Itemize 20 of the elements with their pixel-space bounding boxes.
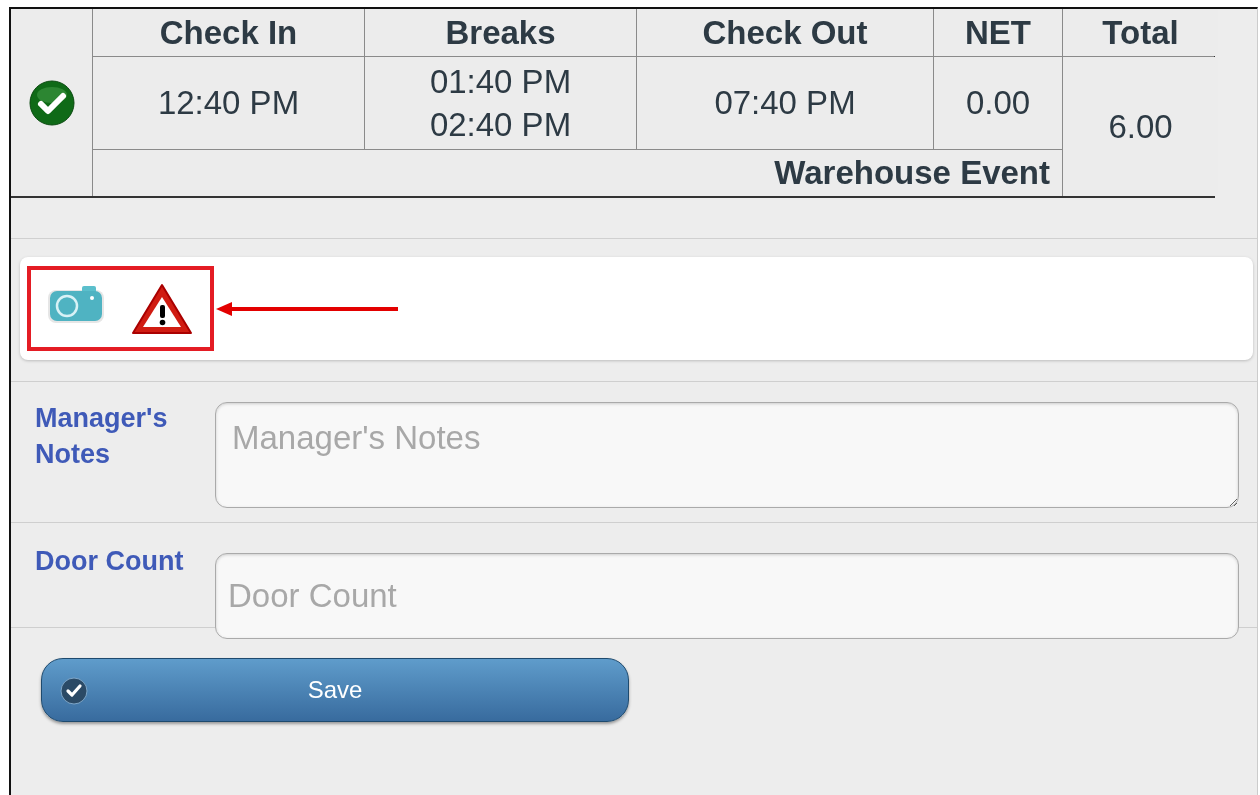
check-icon (60, 677, 88, 705)
table-cell: 6.00 (1063, 57, 1218, 196)
table-cell: 0.00 (934, 57, 1062, 149)
column-header: Check In (93, 9, 364, 56)
warning-icon[interactable] (131, 282, 193, 335)
field-label: Manager's Notes (35, 402, 169, 471)
break-time: 02:40 PM (429, 105, 572, 145)
input-field[interactable]: Door Count (215, 553, 1239, 639)
table-cell: 12:40 PM (93, 57, 364, 149)
notes-field[interactable]: Manager's Notes (215, 402, 1239, 508)
event-label: Warehouse Event (774, 154, 1050, 192)
check-icon (28, 79, 75, 126)
column-header: Total (1063, 9, 1218, 56)
save-button[interactable]: Save (41, 658, 629, 722)
field-label: Door Count (35, 545, 185, 578)
table-cell: 07:40 PM (637, 57, 933, 149)
column-header: NET (934, 9, 1062, 56)
break-time: 01:40 PM (429, 62, 572, 102)
column-header: Breaks (365, 9, 636, 56)
column-header: Check Out (637, 9, 933, 56)
